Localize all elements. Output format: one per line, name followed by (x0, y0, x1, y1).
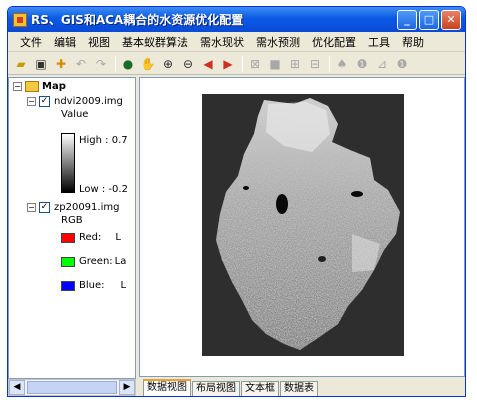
scroll-thumb[interactable] (27, 381, 117, 394)
tab-layout-view[interactable]: 布局视图 (192, 381, 240, 396)
scroll-left-icon[interactable]: ◀ (9, 380, 25, 395)
measure-icon[interactable]: ⊿ (373, 55, 391, 73)
full-extent-icon[interactable]: ⊠ (246, 55, 264, 73)
blue-swatch (61, 280, 75, 291)
table-of-contents[interactable]: − Map − ✓ ndvi2009.img Value High : 0.7 … (8, 77, 136, 379)
toc-horizontal-scrollbar[interactable]: ◀ ▶ (8, 379, 136, 396)
close-button[interactable]: ✕ (441, 9, 461, 30)
app-icon (13, 12, 27, 27)
layer-name: ndvi2009.img (54, 96, 123, 107)
view-tabs: 数据视图 布局视图 文本框 数据表 (139, 379, 465, 396)
pan-icon[interactable]: ✋ (139, 55, 157, 73)
high-value: High : 0.7 (79, 135, 128, 146)
map-view[interactable] (139, 77, 465, 377)
green-swatch (61, 256, 75, 267)
help-icon[interactable]: ❶ (393, 55, 411, 73)
band-value: La (114, 256, 127, 267)
tab-text-box[interactable]: 文本框 (241, 381, 279, 396)
layer-name: zp20091.img (54, 202, 120, 213)
toolbar-separator (115, 55, 116, 72)
toc-rgb-label: RGB (61, 215, 83, 226)
low-value: Low : -0.2 (79, 184, 128, 195)
menu-help[interactable]: 帮助 (396, 34, 430, 50)
tab-data-table[interactable]: 数据表 (280, 381, 318, 396)
layers-icon (25, 81, 39, 92)
collapse-icon[interactable]: − (27, 97, 36, 106)
menu-edit[interactable]: 编辑 (48, 34, 82, 50)
add-data-icon[interactable]: ✚ (52, 55, 70, 73)
menu-bar: 文件 编辑 视图 基本蚁群算法 需水现状 需水预测 优化配置 工具 帮助 (8, 32, 465, 52)
info-icon[interactable]: ❶ (353, 55, 371, 73)
field-name: Value (61, 109, 89, 120)
maximize-button[interactable]: □ (419, 9, 439, 30)
tab-data-view[interactable]: 数据视图 (143, 379, 191, 396)
legend-high-label: High : 0.7 (79, 135, 128, 146)
back-icon[interactable]: ◀ (199, 55, 217, 73)
menu-optimize[interactable]: 优化配置 (306, 34, 362, 50)
band-label: Blue: (79, 280, 105, 291)
collapse-icon[interactable]: − (27, 203, 36, 212)
undo-icon[interactable]: ↶ (72, 55, 90, 73)
band-value: L (115, 232, 121, 243)
band-value: L (120, 280, 127, 291)
layer-visibility-checkbox[interactable]: ✓ (39, 96, 50, 107)
red-swatch (61, 232, 75, 243)
menu-tools[interactable]: 工具 (362, 34, 396, 50)
select-icon[interactable]: ⊟ (306, 55, 324, 73)
open-folder-icon[interactable]: ▰ (12, 55, 30, 73)
find-icon[interactable]: ♠ (333, 55, 351, 73)
identify-icon[interactable]: ⊞ (286, 55, 304, 73)
menu-file[interactable]: 文件 (14, 34, 48, 50)
menu-demand-forecast[interactable]: 需水预测 (250, 34, 306, 50)
redo-icon[interactable]: ↷ (92, 55, 110, 73)
save-icon[interactable]: ▣ (32, 55, 50, 73)
legend-band-red: Red: L (61, 232, 121, 243)
ndvi-color-ramp (61, 133, 75, 193)
menu-aco[interactable]: 基本蚁群算法 (116, 34, 194, 50)
ndvi-raster-image (202, 94, 404, 356)
toolbar-separator (242, 55, 243, 72)
zoom-in-icon[interactable]: ⊕ (159, 55, 177, 73)
legend-band-blue: Blue: L (61, 280, 126, 291)
band-label: Green: (79, 256, 113, 267)
menu-view[interactable]: 视图 (82, 34, 116, 50)
band-label: Red: (79, 232, 102, 243)
globe-icon[interactable]: ● (119, 55, 137, 73)
toc-field-label: Value (61, 109, 88, 120)
toc-map-node[interactable]: − Map (13, 81, 66, 92)
title-bar[interactable]: RS、GIS和ACA耦合的水资源优化配置 _ □ ✕ (8, 7, 465, 32)
toc-layer-zp[interactable]: − ✓ zp20091.img (27, 202, 119, 213)
layer-visibility-checkbox[interactable]: ✓ (39, 202, 50, 213)
legend-band-green: Green: La (61, 256, 126, 267)
toolbar: ▰ ▣ ✚ ↶ ↷ ● ✋ ⊕ ⊖ ◀ ▶ ⊠ ■ ⊞ ⊟ ♠ ❶ ⊿ ❶ (8, 53, 465, 75)
toc-layer-ndvi[interactable]: − ✓ ndvi2009.img (27, 96, 123, 107)
field-name: RGB (61, 215, 83, 226)
stop-icon[interactable]: ■ (266, 55, 284, 73)
zoom-out-icon[interactable]: ⊖ (179, 55, 197, 73)
minimize-button[interactable]: _ (397, 9, 417, 30)
legend-low-label: Low : -0.2 (79, 184, 128, 195)
menu-demand-current[interactable]: 需水现状 (194, 34, 250, 50)
toc-root-label: Map (42, 81, 66, 92)
collapse-icon[interactable]: − (13, 82, 22, 91)
forward-icon[interactable]: ▶ (219, 55, 237, 73)
raster-region-shape (216, 98, 400, 350)
scroll-right-icon[interactable]: ▶ (119, 380, 135, 395)
app-window: RS、GIS和ACA耦合的水资源优化配置 _ □ ✕ 文件 编辑 视图 基本蚁群… (7, 6, 466, 397)
toolbar-separator (329, 55, 330, 72)
window-title: RS、GIS和ACA耦合的水资源优化配置 (31, 13, 244, 27)
